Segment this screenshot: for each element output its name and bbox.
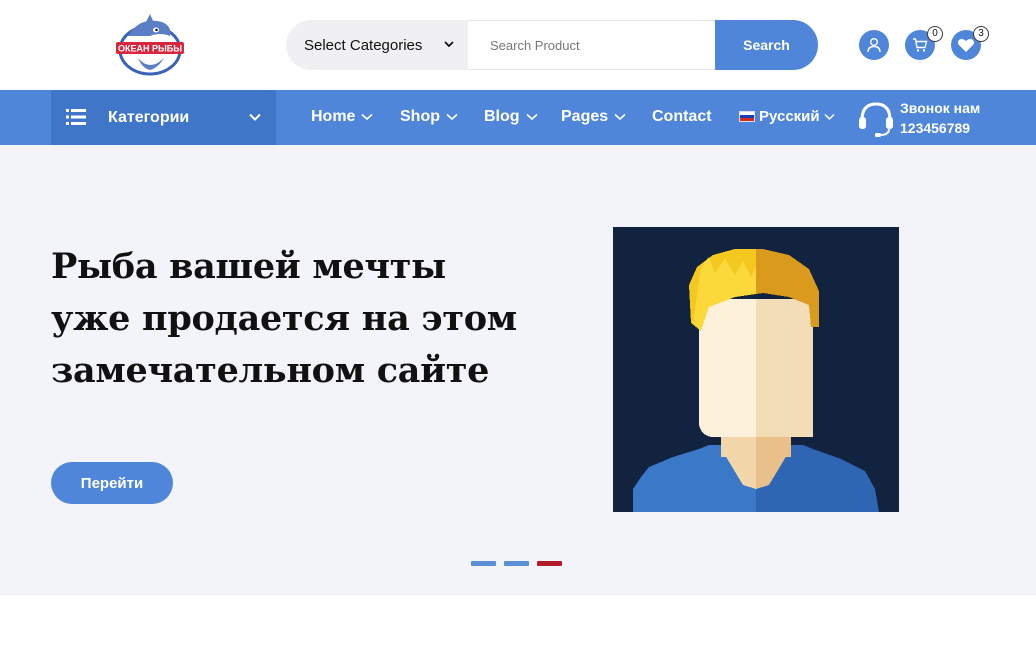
nav-item-label: Pages — [561, 108, 609, 125]
call-phone: 123456789 — [900, 120, 971, 136]
call-us[interactable]: Звонок нам 123456789 — [856, 98, 1026, 138]
chevron-down-icon — [361, 113, 373, 121]
main-nav: Категории Home Shop Blog Pages Contact Р… — [0, 90, 1036, 145]
shark-logo-icon: ОКЕАН РЫБЫ — [116, 14, 184, 76]
categories-menu-label: Категории — [108, 109, 190, 126]
chevron-down-icon — [444, 41, 454, 48]
slider-pagination — [471, 561, 562, 566]
search-input[interactable] — [468, 20, 716, 70]
hero-cta-button[interactable]: Перейти — [51, 462, 173, 504]
chevron-down-icon — [249, 113, 261, 121]
nav-item-blog[interactable]: Blog — [484, 108, 538, 126]
language-label: Русский — [759, 108, 820, 125]
account-button[interactable] — [859, 30, 889, 60]
nav-item-home[interactable]: Home — [311, 108, 373, 126]
slider-dot[interactable] — [504, 561, 529, 566]
category-select-label: Select Categories — [304, 36, 423, 54]
cart-icon — [913, 38, 928, 52]
search-button[interactable]: Search — [715, 20, 818, 70]
site-logo[interactable]: ОКЕАН РЫБЫ — [110, 14, 190, 78]
nav-item-label: Home — [311, 108, 356, 125]
cart-count-badge: 0 — [927, 26, 943, 42]
nav-item-label: Blog — [484, 108, 520, 125]
logo-text: ОКЕАН РЫБЫ — [118, 44, 182, 54]
russian-flag-icon — [739, 111, 755, 122]
nav-item-label: Shop — [400, 108, 440, 125]
chevron-down-icon — [446, 113, 458, 121]
hero-title: Рыба вашей мечты уже продается на этом з… — [51, 246, 517, 391]
list-icon — [66, 109, 86, 125]
nav-item-contact[interactable]: Contact — [652, 108, 712, 126]
chevron-down-icon — [526, 113, 538, 121]
nav-item-shop[interactable]: Shop — [400, 108, 458, 126]
heart-icon — [958, 38, 974, 52]
nav-item-label: Contact — [652, 108, 712, 125]
top-header: ОКЕАН РЫБЫ Select Categories Search 0 3 — [0, 0, 1036, 90]
wishlist-button[interactable]: 3 — [951, 26, 989, 60]
wishlist-count-badge: 3 — [973, 26, 989, 42]
search-bar: Select Categories Search — [286, 20, 818, 70]
cart-button[interactable]: 0 — [905, 26, 943, 60]
user-icon — [867, 38, 881, 53]
headset-icon — [859, 102, 893, 137]
slider-dot[interactable] — [471, 561, 496, 566]
language-selector[interactable]: Русский — [739, 108, 835, 125]
slider-dot-active[interactable] — [537, 561, 562, 566]
nav-item-pages[interactable]: Pages — [561, 108, 626, 126]
call-label: Звонок нам — [900, 100, 981, 116]
avatar-illustration — [613, 227, 899, 512]
chevron-down-icon — [614, 113, 626, 121]
chevron-down-icon — [824, 113, 835, 120]
categories-menu-button[interactable]: Категории — [51, 90, 276, 145]
hero-image — [613, 227, 899, 512]
hero-slider: Рыба вашей мечты уже продается на этом з… — [0, 145, 1036, 595]
category-select[interactable]: Select Categories — [286, 20, 468, 70]
